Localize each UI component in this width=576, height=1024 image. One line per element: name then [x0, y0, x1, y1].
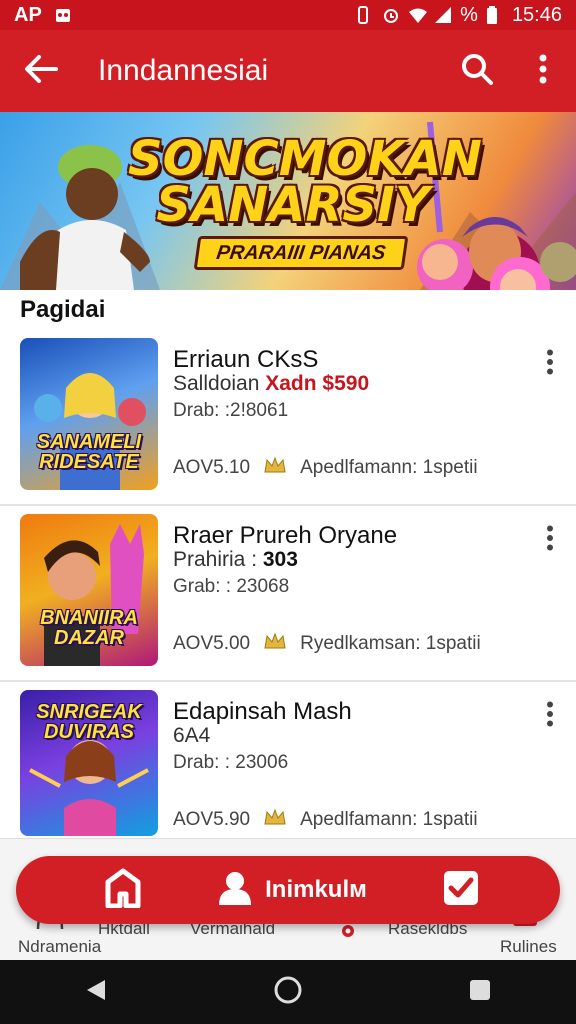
circle-home-icon: [274, 976, 302, 1009]
search-button[interactable]: [444, 30, 510, 112]
item-meta-text: Ryedlkamsan: 1spatii: [300, 633, 481, 654]
item-detail: Grab: : 23068: [173, 576, 290, 597]
user-icon: [217, 871, 253, 910]
nav-item-rulines[interactable]: Rulines: [500, 937, 557, 957]
vibrate-icon: [356, 6, 374, 24]
app-list: SANAMELI RIDESATE Erriaun CKsS Salldoian…: [0, 330, 576, 858]
fab-label: Inimkulм: [265, 876, 367, 903]
banner-subtitle: PRARAIII PIANAS: [193, 236, 409, 270]
item-sub-label: 6A4: [173, 724, 211, 747]
app-bar-actions: [444, 30, 576, 112]
signal-icon: [434, 6, 452, 24]
item-sub-label: Prahiria :: [173, 548, 263, 571]
item-more-button[interactable]: [536, 346, 564, 382]
list-item[interactable]: BNANIIRA DAZAR Rraer Prureh Oryane Prahi…: [0, 506, 576, 682]
more-vertical-icon: [546, 349, 554, 380]
item-version: AOV5.90: [173, 809, 251, 830]
arrow-left-icon: [24, 54, 58, 89]
more-vertical-icon: [546, 525, 554, 556]
banner-title: SONCMOKAN SANARSIY: [128, 131, 482, 233]
home-icon: [104, 868, 142, 913]
app-thumbnail: BNANIIRA DAZAR: [20, 514, 158, 666]
more-vertical-icon: [546, 701, 554, 732]
item-meta-text: Apedlfamann: 1spatii: [300, 809, 478, 830]
thumbnail-caption: SANAMELI RIDESATE: [36, 431, 142, 473]
triangle-back-icon: [85, 978, 107, 1007]
square-recents-icon: [468, 978, 492, 1007]
item-title: Erriaun CKsS: [173, 346, 319, 373]
floating-action-bar: Inimkulм: [16, 856, 560, 924]
promo-banner[interactable]: SONCMOKAN SANARSIY PRARAIII PIANAS: [0, 112, 576, 290]
item-more-button[interactable]: [536, 698, 564, 734]
overflow-menu-button[interactable]: [510, 30, 576, 112]
item-meta: AOV5.10 Apedlfamann: 1spetii: [173, 456, 478, 480]
page-title: Inndannesiai: [98, 54, 269, 87]
item-detail: Drab: : 23006: [173, 752, 289, 773]
item-sub-value: 303: [262, 548, 298, 571]
banner-title-line2: SANARSIY: [156, 177, 430, 233]
search-icon: [460, 52, 494, 91]
app-bar: Inndannesiai: [0, 30, 576, 112]
alarm-icon: [382, 6, 400, 24]
status-bar: AP % 15:46: [0, 0, 576, 30]
item-title: Edapinsah Mash: [173, 698, 352, 725]
item-subtitle: 6A4: [173, 724, 210, 748]
app-thumbnail: SANAMELI RIDESATE: [20, 338, 158, 490]
back-button[interactable]: [0, 30, 82, 112]
item-title: Rraer Prureh Oryane: [173, 522, 398, 549]
item-more-button[interactable]: [536, 522, 564, 558]
section-title: Pagidai: [20, 296, 106, 323]
nav-item-ndramenia[interactable]: Ndramenia: [18, 937, 101, 957]
battery-icon: [486, 6, 504, 24]
list-item[interactable]: SNRIGEAK DUVIRAS Edapinsah Mash 6A4 Drab…: [0, 682, 576, 858]
item-subtitle: Prahiria : 303: [173, 548, 298, 572]
account-button[interactable]: Inimkulм: [217, 871, 367, 910]
crown-icon: [264, 456, 286, 480]
system-back-button[interactable]: [64, 960, 128, 1024]
item-price: Xadn $590: [265, 372, 370, 395]
nav-location-icon: [340, 923, 356, 944]
notification-icon: [54, 6, 72, 24]
checkbox-icon: [442, 869, 480, 912]
home-button[interactable]: [104, 868, 142, 913]
thumbnail-caption: SNRIGEAK DUVIRAS: [36, 701, 142, 743]
list-item[interactable]: SANAMELI RIDESATE Erriaun CKsS Salldoian…: [0, 330, 576, 506]
crown-icon: [264, 632, 286, 656]
item-meta-text: Apedlfamann: 1spetii: [300, 457, 478, 478]
item-detail: Drab: :2!8061: [173, 400, 289, 421]
banner-title-line1: SONCMOKAN: [128, 131, 482, 187]
more-vertical-icon: [539, 54, 547, 89]
crown-icon: [264, 808, 286, 832]
item-version: AOV5.00: [173, 633, 251, 654]
item-subtitle: Salldoian Xadn $590: [173, 372, 369, 396]
thumbnail-caption: BNANIIRA DAZAR: [40, 607, 138, 649]
status-left-text: AP: [14, 3, 42, 26]
status-left: AP: [14, 4, 72, 27]
item-meta: AOV5.00 Ryedlkamsan: 1spatii: [173, 632, 481, 656]
app-thumbnail: SNRIGEAK DUVIRAS: [20, 690, 158, 836]
system-recents-button[interactable]: [448, 960, 512, 1024]
item-sub-label: Salldoian: [173, 372, 260, 395]
item-meta: AOV5.90 Apedlfamann: 1spatii: [173, 808, 478, 832]
wifi-icon: [408, 6, 428, 24]
system-navigation-bar: [0, 960, 576, 1024]
status-time: 15:46: [511, 3, 562, 26]
check-button[interactable]: [442, 869, 480, 912]
status-right: % 15:46: [356, 4, 562, 27]
battery-text: %: [460, 3, 478, 26]
item-version: AOV5.10: [173, 457, 251, 478]
system-home-button[interactable]: [256, 960, 320, 1024]
